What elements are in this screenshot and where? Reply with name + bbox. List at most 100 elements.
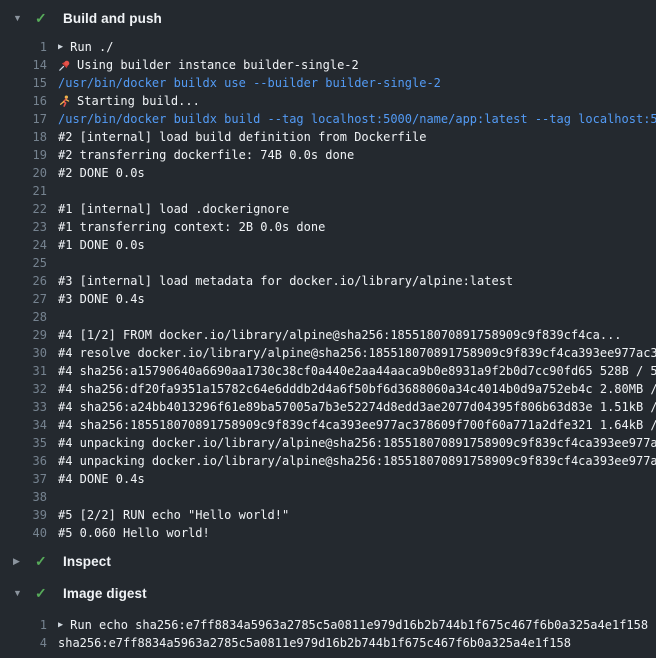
chevron-down-icon[interactable]: ▼ xyxy=(13,14,23,23)
line-number[interactable]: 17 xyxy=(0,110,47,128)
log-line: 26 #3 [internal] load metadata for docker… xyxy=(0,272,656,290)
log-text: Starting build... xyxy=(58,92,656,110)
line-number[interactable]: 27 xyxy=(0,290,47,308)
log-text: #4 sha256:a24bb4013296f61e89ba57005a7b3e… xyxy=(58,398,656,416)
log-message: #5 0.060 Hello world! xyxy=(58,524,210,542)
log-text: #4 [1/2] FROM docker.io/library/alpine@s… xyxy=(58,326,656,344)
line-number[interactable]: 24 xyxy=(0,236,47,254)
log-message: #4 resolve docker.io/library/alpine@sha2… xyxy=(58,344,656,362)
log-line: 31 #4 sha256:a15790640a6690aa1730c38cf0a4… xyxy=(0,362,656,380)
chevron-down-icon[interactable]: ▼ xyxy=(13,589,23,598)
log-line: 22 #1 [internal] load .dockerignore xyxy=(0,200,656,218)
log-line: 39 #5 [2/2] RUN echo "Hello world!" xyxy=(0,506,656,524)
log-message: Using builder instance builder-single-2 xyxy=(77,56,359,74)
line-number[interactable]: 29 xyxy=(0,326,47,344)
log-message: #1 DONE 0.0s xyxy=(58,236,145,254)
runner-icon xyxy=(58,95,71,108)
line-number[interactable]: 22 xyxy=(0,200,47,218)
check-icon: ✓ xyxy=(35,11,51,25)
log-message: #4 sha256:a15790640a6690aa1730c38cf0a440… xyxy=(58,362,656,380)
section-header-inspect[interactable]: ▶ ✓ Inspect xyxy=(0,545,656,577)
log-line: 21 xyxy=(0,182,656,200)
line-number[interactable]: 28 xyxy=(0,308,47,326)
line-number[interactable]: 20 xyxy=(0,164,47,182)
line-number[interactable]: 36 xyxy=(0,452,47,470)
line-number[interactable]: 30 xyxy=(0,344,47,362)
log-text: #1 [internal] load .dockerignore xyxy=(58,200,656,218)
log-message: sha256:e7ff8834a5963a2785c5a0811e979d16b… xyxy=(58,634,571,652)
line-number[interactable]: 35 xyxy=(0,434,47,452)
log-text: #2 transferring dockerfile: 74B 0.0s don… xyxy=(58,146,656,164)
log-message: /usr/bin/docker buildx build --tag local… xyxy=(58,110,656,128)
log-line: 35 #4 unpacking docker.io/library/alpine@… xyxy=(0,434,656,452)
log-line: 20 #2 DONE 0.0s xyxy=(0,164,656,182)
section-title: Inspect xyxy=(63,554,111,569)
log-message: #4 DONE 0.4s xyxy=(58,470,145,488)
log-line: 18 #2 [internal] load build definition fr… xyxy=(0,128,656,146)
line-number[interactable]: 15 xyxy=(0,74,47,92)
log-message: Starting build... xyxy=(77,92,200,110)
log-text: #1 DONE 0.0s xyxy=(58,236,656,254)
log-text: #4 sha256:185518070891758909c9f839cf4ca3… xyxy=(58,416,656,434)
log-message: #4 sha256:df20fa9351a15782c64e6dddb2d4a6… xyxy=(58,380,656,398)
log-text: #5 0.060 Hello world! xyxy=(58,524,656,542)
line-number[interactable]: 38 xyxy=(0,488,47,506)
log-message: #2 [internal] load build definition from… xyxy=(58,128,426,146)
line-number[interactable]: 1 xyxy=(0,38,47,56)
expand-marker-icon[interactable]: ▶ xyxy=(58,621,63,630)
line-number[interactable]: 1 xyxy=(0,616,47,634)
log-text: #4 unpacking docker.io/library/alpine@sh… xyxy=(58,452,656,470)
line-number[interactable]: 25 xyxy=(0,254,47,272)
log-text: #5 [2/2] RUN echo "Hello world!" xyxy=(58,506,656,524)
section-title: Build and push xyxy=(63,11,162,26)
log-message: #2 DONE 0.0s xyxy=(58,164,145,182)
log-line: 32 #4 sha256:df20fa9351a15782c64e6dddb2d4… xyxy=(0,380,656,398)
log-line: 1 ▶Run echo sha256:e7ff8834a5963a2785c5a0… xyxy=(0,616,656,634)
log-message: #4 unpacking docker.io/library/alpine@sh… xyxy=(58,452,656,470)
line-number[interactable]: 37 xyxy=(0,470,47,488)
line-number[interactable]: 16 xyxy=(0,92,47,110)
log-text: #3 [internal] load metadata for docker.i… xyxy=(58,272,656,290)
log-message: #1 transferring context: 2B 0.0s done xyxy=(58,218,325,236)
line-number[interactable]: 33 xyxy=(0,398,47,416)
line-number[interactable]: 34 xyxy=(0,416,47,434)
line-number[interactable]: 19 xyxy=(0,146,47,164)
line-number[interactable]: 40 xyxy=(0,524,47,542)
line-number[interactable]: 21 xyxy=(0,182,47,200)
log-text: ▶Run echo sha256:e7ff8834a5963a2785c5a08… xyxy=(58,616,656,634)
log-message: #4 sha256:a24bb4013296f61e89ba57005a7b3e… xyxy=(58,398,656,416)
log-message: Run ./ xyxy=(70,38,113,56)
log-text: ▶ Run ./ xyxy=(58,38,656,56)
log-line: 28 xyxy=(0,308,656,326)
check-icon: ✓ xyxy=(35,554,51,568)
log-message: #5 [2/2] RUN echo "Hello world!" xyxy=(58,506,289,524)
log-message: #4 unpacking docker.io/library/alpine@sh… xyxy=(58,434,656,452)
line-number[interactable]: 32 xyxy=(0,380,47,398)
log-text: #4 DONE 0.4s xyxy=(58,470,656,488)
chevron-right-icon[interactable]: ▶ xyxy=(13,557,23,566)
log-line: 25 xyxy=(0,254,656,272)
section-header-build-and-push[interactable]: ▼ ✓ Build and push xyxy=(0,2,656,34)
log-line: 17/usr/bin/docker buildx build --tag loc… xyxy=(0,110,656,128)
expand-marker-icon[interactable]: ▶ xyxy=(58,43,63,52)
log-line: 14 Using builder instance builder-single-… xyxy=(0,56,656,74)
log-message: #1 [internal] load .dockerignore xyxy=(58,200,289,218)
log-line: 36 #4 unpacking docker.io/library/alpine@… xyxy=(0,452,656,470)
log-line: 38 xyxy=(0,488,656,506)
line-number[interactable]: 39 xyxy=(0,506,47,524)
line-number[interactable]: 14 xyxy=(0,56,47,74)
log-line: 23 #1 transferring context: 2B 0.0s done xyxy=(0,218,656,236)
check-icon: ✓ xyxy=(35,586,51,600)
section-header-image-digest[interactable]: ▼✓Image digest xyxy=(0,577,656,609)
log-line: 4 sha256:e7ff8834a5963a2785c5a0811e979d16… xyxy=(0,634,656,652)
log-text: sha256:e7ff8834a5963a2785c5a0811e979d16b… xyxy=(58,634,656,652)
log-text: #4 resolve docker.io/library/alpine@sha2… xyxy=(58,344,656,362)
log-line: 27#3 DONE 0.4s xyxy=(0,290,656,308)
line-number[interactable]: 31 xyxy=(0,362,47,380)
line-number[interactable]: 23 xyxy=(0,218,47,236)
log-line: 40 #5 0.060 Hello world! xyxy=(0,524,656,542)
line-number[interactable]: 26 xyxy=(0,272,47,290)
actions-log-viewer: ▼✓Build and push1▶Run ./14Using builder … xyxy=(0,0,656,652)
line-number[interactable]: 4 xyxy=(0,634,47,652)
line-number[interactable]: 18 xyxy=(0,128,47,146)
